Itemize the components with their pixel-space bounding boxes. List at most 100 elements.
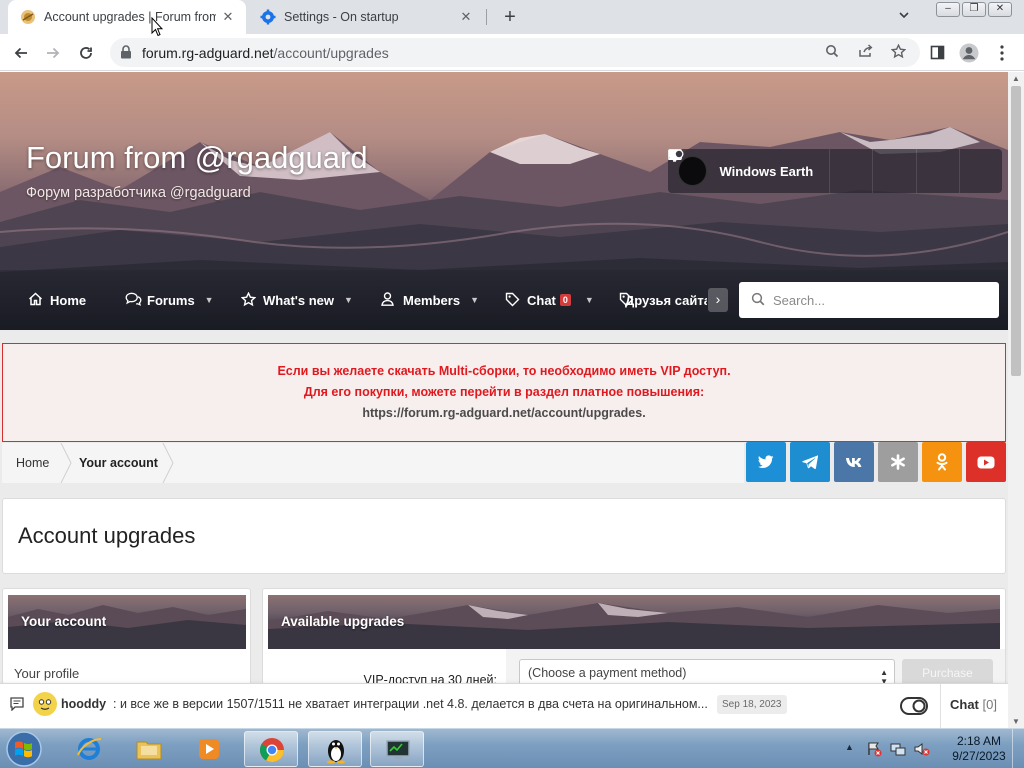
restore-button[interactable]: ❐ (962, 2, 986, 17)
search-input[interactable] (773, 290, 988, 310)
alerts-bell-icon[interactable] (668, 149, 915, 193)
shoutbox-toggle-icon[interactable] (900, 697, 928, 715)
minimize-button[interactable]: – (936, 2, 960, 17)
page-viewport: Forum from @rgadguard Форум разработчика… (0, 72, 1008, 728)
nav-chat-caret-icon[interactable]: ▼ (585, 295, 594, 305)
asterisk-icon[interactable] (878, 442, 918, 482)
clock-time: 2:18 AM (956, 734, 1002, 748)
windows-logo-icon (6, 731, 42, 767)
tab-title: Account upgrades | Forum from @rgadguard (44, 10, 216, 24)
back-arrow-icon[interactable] (8, 40, 34, 66)
odnoklassniki-icon[interactable] (922, 442, 962, 482)
notice-line-2: Для его покупки, можете перейти в раздел… (303, 385, 705, 399)
new-tab-button[interactable]: + (498, 5, 522, 29)
reload-icon[interactable] (73, 40, 99, 66)
header-banner: Forum from @rgadguard Форум разработчика… (0, 72, 1008, 330)
tag-icon (505, 292, 521, 308)
tab-search-chevron-icon[interactable] (894, 8, 914, 26)
shoutbox-bar: hooddy : и все же в версии 1507/1511 не … (0, 683, 1008, 728)
action-center-flag-icon[interactable] (866, 741, 882, 757)
nav-whats-new-label: What's new (263, 292, 334, 308)
nav-whats-new-caret-icon[interactable]: ▼ (344, 295, 353, 305)
username-link[interactable]: Windows Earth (719, 164, 829, 179)
nav-scroll-right-icon[interactable]: › (708, 288, 728, 312)
share-icon[interactable] (856, 44, 874, 62)
show-hidden-icons-icon[interactable]: ▲ (845, 742, 854, 752)
sidebar-item-your-profile[interactable]: Your profile (14, 666, 79, 681)
taskbar-internet-explorer[interactable] (62, 731, 116, 767)
monitor-app-icon (386, 740, 410, 759)
breadcrumb-home[interactable]: Home (16, 456, 49, 470)
profile-avatar-icon[interactable] (958, 42, 980, 64)
scroll-up-arrow-icon[interactable]: ▲ (1012, 74, 1020, 83)
taskbar-linux-app[interactable] (308, 731, 362, 767)
youtube-icon[interactable] (966, 442, 1006, 482)
breadcrumb-your-account[interactable]: Your account (79, 456, 158, 470)
address-bar[interactable]: forum.rg-adguard.net/account/upgrades (110, 38, 920, 67)
close-window-button[interactable]: ✕ (988, 2, 1012, 17)
bookmark-star-icon[interactable] (889, 43, 907, 62)
tab-close-icon[interactable]: ✕ (458, 9, 474, 25)
shout-username[interactable]: hooddy (61, 697, 106, 711)
show-desktop-button[interactable] (1012, 729, 1024, 768)
nav-members-label: Members (403, 292, 461, 308)
nav-forums-label: Forums (147, 292, 195, 308)
url-text: forum.rg-adguard.net/account/upgrades (142, 45, 389, 61)
chat-label: Chat (950, 697, 979, 712)
nav-members-caret-icon[interactable]: ▼ (470, 295, 479, 305)
comments-icon (125, 292, 142, 308)
scrollbar-thumb[interactable] (1011, 86, 1021, 376)
tab-settings-startup[interactable]: Settings - On startup ✕ (248, 0, 484, 34)
taskbar-file-explorer[interactable] (122, 731, 176, 767)
nav-chat-label: Chat (527, 292, 556, 308)
taskbar-chrome[interactable] (244, 731, 298, 767)
nav-home[interactable]: Home (28, 292, 86, 308)
chat-bubble-icon[interactable] (10, 697, 26, 713)
nav-whats-new[interactable]: What's new ▼ (241, 292, 353, 308)
nav-forums-caret-icon[interactable]: ▼ (205, 295, 214, 305)
tab-account-upgrades[interactable]: Account upgrades | Forum from @rgadguard… (8, 0, 246, 34)
nav-members[interactable]: Members ▼ (381, 292, 479, 308)
page-scrollbar[interactable]: ▲ ▼ (1008, 72, 1024, 728)
site-subtitle: Форум разработчика @rgadguard (26, 185, 251, 201)
nav-site-friends-label: Друзья сайта (625, 292, 707, 308)
user-avatar[interactable] (678, 156, 708, 186)
forward-arrow-icon[interactable] (40, 40, 66, 66)
tux-penguin-icon (327, 740, 345, 764)
taskbar-monitor-app[interactable] (370, 731, 424, 767)
scroll-down-arrow-icon[interactable]: ▼ (1012, 717, 1020, 726)
nav-forums[interactable]: Forums ▼ (125, 292, 214, 308)
dark-mode-moon-icon[interactable] (669, 149, 1002, 193)
zoom-search-icon[interactable] (823, 44, 841, 62)
site-title[interactable]: Forum from @rgadguard (26, 140, 368, 176)
style-toggle-icon[interactable] (668, 149, 959, 193)
nav-site-friends[interactable]: Друзья сайта (619, 292, 707, 308)
windows-taskbar: ▲ 2:18 AM 9/27/2023 (0, 728, 1024, 768)
taskbar-clock[interactable]: 2:18 AM 9/27/2023 (944, 734, 1014, 764)
side-panel-icon[interactable] (926, 42, 948, 64)
notice-link[interactable]: https://forum.rg-adguard.net/account/upg… (3, 406, 1005, 420)
search-box[interactable] (739, 282, 999, 318)
main-nav: Home Forums ▼ What's new ▼ Members ▼ Cha… (0, 270, 1008, 330)
nav-home-label: Home (50, 292, 87, 308)
volume-muted-icon[interactable] (914, 741, 930, 757)
nav-chat[interactable]: Chat 0 ▼ (505, 292, 594, 308)
sidebar-heading-label: Your account (21, 614, 107, 629)
vk-icon[interactable] (834, 442, 874, 482)
upgrades-heading: Available upgrades (268, 595, 1000, 649)
browser-toolbar: forum.rg-adguard.net/account/upgrades (0, 34, 1024, 71)
chat-count: [0] (982, 697, 997, 712)
taskbar-media-player[interactable] (182, 731, 236, 767)
window-controls: – ❐ ✕ (936, 2, 1012, 17)
network-icon[interactable] (890, 741, 906, 757)
browser-menu-icon[interactable] (991, 42, 1013, 64)
inbox-envelope-icon[interactable] (668, 149, 872, 193)
shout-user-avatar[interactable] (33, 692, 57, 716)
telegram-icon[interactable] (790, 442, 830, 482)
page-title: Account upgrades (18, 523, 196, 548)
shout-message: : и все же в версии 1507/1511 не хватает… (113, 697, 708, 711)
chat-open-button[interactable]: Chat [0] (940, 684, 1008, 728)
start-button[interactable] (4, 730, 44, 768)
tab-close-icon[interactable]: ✕ (220, 9, 236, 25)
twitter-icon[interactable] (746, 442, 786, 482)
